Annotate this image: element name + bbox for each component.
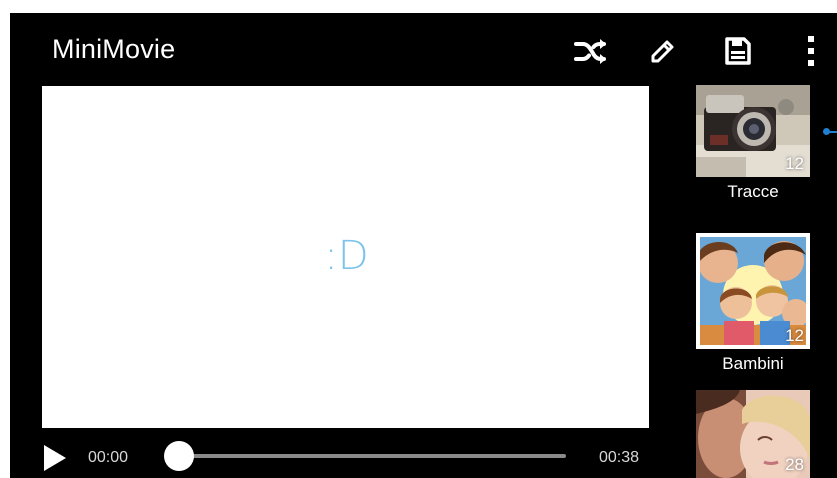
album-count: 12	[785, 326, 804, 345]
edit-button[interactable]	[643, 31, 683, 71]
app-bar: MiniMovie	[10, 13, 837, 85]
pencil-icon	[651, 40, 674, 63]
video-preview[interactable]: :D	[42, 86, 649, 428]
minimovie-app: MiniMovie:D 00:00 00:38 12 Tracce 12 Ba…	[10, 13, 837, 478]
save-button[interactable]	[718, 31, 758, 71]
album-item-bambini[interactable]: 12 Bambini	[694, 220, 814, 377]
seek-bar[interactable]	[180, 454, 566, 458]
app-title: MiniMovie	[52, 34, 176, 64]
album-count: 28	[785, 455, 804, 474]
album-thumbnail: 28	[696, 390, 810, 478]
shuffle-icon	[574, 39, 606, 64]
album-label: Bambini	[722, 354, 784, 373]
scroll-indicator-line	[829, 130, 837, 133]
album-item-tracce[interactable]: 12 Tracce	[694, 85, 814, 220]
total-time: 00:38	[599, 449, 640, 466]
seek-thumb[interactable]	[164, 441, 194, 471]
more-options-button[interactable]	[791, 31, 831, 71]
album-list[interactable]: 12 Tracce 12 Bambini 28	[694, 85, 837, 478]
preview-placeholder: :D	[324, 233, 369, 279]
play-icon	[44, 445, 66, 471]
play-button[interactable]	[42, 444, 68, 472]
album-thumbnail: 12	[696, 85, 810, 177]
current-time: 00:00	[88, 449, 129, 466]
shuffle-button[interactable]	[570, 31, 610, 71]
save-icon	[725, 37, 751, 65]
album-thumbnail-selected: 12	[696, 233, 810, 349]
album-label: Tracce	[727, 182, 779, 201]
album-count: 12	[785, 154, 804, 173]
album-item-3[interactable]: 28	[694, 377, 814, 478]
more-vert-icon	[808, 36, 814, 66]
